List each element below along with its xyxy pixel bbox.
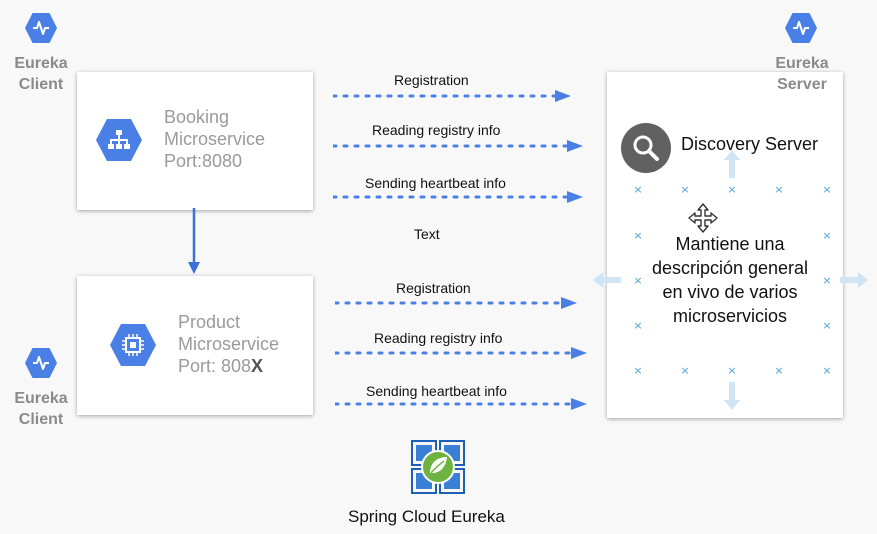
spring-leaf-icon — [411, 440, 465, 494]
resize-handle-left[interactable] — [593, 272, 621, 288]
bottom-reading-registry-label: Reading registry info — [374, 330, 503, 346]
bottom-heartbeat-arrow — [335, 398, 587, 410]
search-icon — [621, 123, 671, 173]
move-cursor-icon — [688, 203, 718, 233]
eureka-client-bottom-label: Eureka Client — [14, 390, 68, 428]
product-microservice-card[interactable]: Product Microservice Port: 808X — [77, 276, 313, 415]
discovery-server-title: Discovery Server — [681, 134, 819, 154]
svg-text:×: × — [822, 183, 831, 196]
middle-text-label: Text — [414, 226, 440, 242]
svg-text:×: × — [633, 183, 642, 196]
top-heartbeat-arrow — [333, 191, 583, 203]
top-heartbeat-label: Sending heartbeat info — [365, 175, 506, 191]
svg-text:×: × — [680, 183, 689, 196]
bottom-registration-label: Registration — [396, 280, 471, 296]
resize-handle-right[interactable] — [840, 272, 868, 288]
resize-handle-top[interactable] — [724, 150, 740, 178]
top-registration-label: Registration — [394, 72, 469, 88]
booking-microservice-card[interactable]: Booking Microservice Port:8080 — [77, 72, 313, 210]
svg-text:×: × — [774, 183, 783, 196]
svg-text:×: × — [727, 183, 736, 196]
svg-text:×: × — [680, 364, 689, 377]
eureka-server-icon — [785, 13, 817, 43]
eureka-server-label: Eureka Server — [775, 55, 829, 93]
booking-card-text: Booking Microservice Port:8080 — [164, 107, 266, 171]
server-description: Mantiene una descripción general en vivo… — [651, 234, 809, 326]
eureka-client-bottom-icon — [25, 348, 57, 378]
product-card-text: Product Microservice Port: 808X — [178, 312, 280, 376]
svg-text:×: × — [633, 364, 642, 377]
top-reading-registry-arrow — [333, 140, 583, 152]
bottom-registration-arrow — [335, 297, 577, 309]
spring-cloud-eureka-caption: Spring Cloud Eureka — [348, 507, 505, 526]
chip-icon — [110, 324, 156, 366]
resize-handle-bottom[interactable] — [724, 382, 740, 410]
bottom-reading-registry-arrow — [335, 347, 587, 359]
eureka-client-top-icon — [25, 13, 57, 43]
top-reading-registry-label: Reading registry info — [372, 122, 501, 138]
network-hierarchy-icon — [96, 119, 142, 161]
top-registration-arrow — [333, 90, 571, 102]
svg-text:×: × — [822, 364, 831, 377]
svg-text:×: × — [774, 364, 783, 377]
eureka-client-top-label: Eureka Client — [14, 55, 68, 93]
booking-to-product-arrow — [188, 208, 200, 274]
svg-text:×: × — [727, 364, 736, 377]
discovery-server-card[interactable]: × × × × × × × × × × × × × × × × Discovery Server Ma… — [607, 72, 843, 418]
